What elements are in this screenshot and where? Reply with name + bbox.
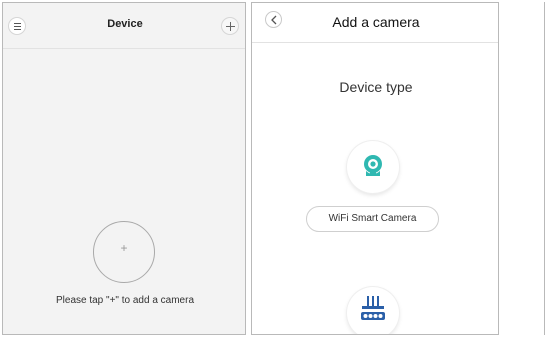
add-camera-button[interactable]: + <box>93 221 155 283</box>
wifi-smart-camera-button[interactable]: WiFi Smart Camera <box>306 206 439 232</box>
page-title: Add a camera <box>332 14 420 30</box>
plus-icon: + <box>120 241 128 255</box>
router-option[interactable] <box>347 287 399 334</box>
header-divider <box>252 42 498 43</box>
add-device-button[interactable] <box>221 17 239 35</box>
router-icon <box>361 296 385 320</box>
device-header: Device <box>3 3 245 49</box>
add-camera-hint: Please tap "+" to add a camera <box>55 295 195 306</box>
frame-divider <box>544 2 545 335</box>
page-title: Device <box>107 18 143 30</box>
device-list-screen: Device + Please tap "+" to add a camera <box>2 2 246 335</box>
wifi-smart-camera-option[interactable] <box>347 141 399 193</box>
add-camera-screen: Add a camera Device type WiFi Smart Came… <box>251 2 499 335</box>
camera-icon <box>364 155 382 176</box>
header-divider <box>3 48 245 49</box>
section-title: Device type <box>339 79 413 95</box>
